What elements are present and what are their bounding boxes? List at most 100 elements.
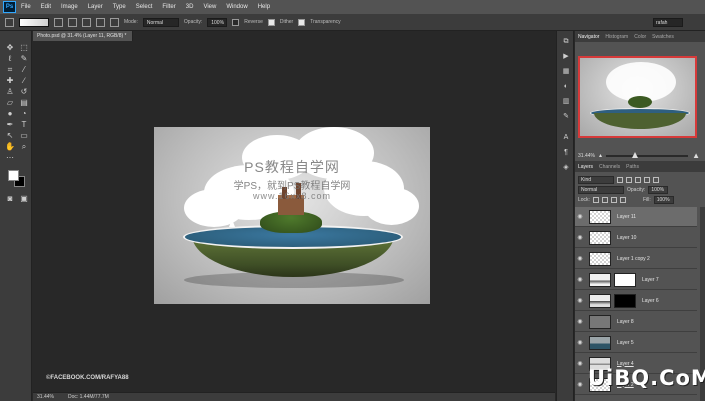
tab-color[interactable]: Color (634, 34, 646, 40)
menu-window[interactable]: Window (221, 4, 252, 10)
tab-navigator[interactable]: Navigator (578, 34, 599, 40)
document-tab[interactable]: Photo.psd @ 31.4% (Layer 11, RGB/8) * (33, 31, 133, 41)
radial-gradient-icon[interactable] (68, 17, 77, 27)
layer-row[interactable]: ◉ Layer 11 (575, 207, 697, 227)
layer-row[interactable]: ◉ Layer 1 copy 2 (575, 249, 697, 269)
lock-all-icon[interactable] (619, 196, 626, 203)
actions-icon[interactable]: ▶ (561, 52, 571, 61)
menu-layer[interactable]: Layer (83, 4, 108, 10)
menu-file[interactable]: File (16, 4, 36, 10)
menu-edit[interactable]: Edit (36, 4, 56, 10)
screen-mode-icon[interactable]: ▣ (19, 194, 29, 203)
zoom-slider[interactable] (605, 151, 689, 158)
crop-tool-icon[interactable]: ⌗ (5, 65, 15, 74)
transparency-checkbox[interactable] (298, 18, 306, 26)
pen-tool-icon[interactable]: ✒ (5, 120, 15, 129)
shape-tool-icon[interactable]: ▭ (19, 131, 29, 140)
menu-type[interactable]: Type (108, 4, 131, 10)
lock-transparent-icon[interactable] (592, 196, 599, 203)
menu-select[interactable]: Select (131, 4, 158, 10)
layer-name[interactable]: Layer 1 copy 2 (617, 256, 650, 262)
gradient-picker[interactable] (19, 17, 49, 27)
mode-select[interactable]: Normal (142, 17, 179, 27)
eyedropper-tool-icon[interactable]: ⁄ (19, 65, 29, 74)
tab-channels[interactable]: Channels (599, 164, 620, 170)
foreground-color-swatch[interactable] (8, 170, 19, 181)
quick-select-tool-icon[interactable]: ✎ (19, 54, 29, 63)
character-icon[interactable]: A (561, 133, 571, 142)
tab-paths[interactable]: Paths (626, 164, 639, 170)
libraries-icon[interactable]: ▥ (561, 97, 571, 106)
menu-view[interactable]: View (198, 4, 221, 10)
brush-tool-icon[interactable]: ∕ (19, 76, 29, 85)
eye-icon[interactable]: ◉ (575, 249, 585, 269)
type-filter-icon[interactable] (635, 176, 641, 183)
move-tool-icon[interactable]: ✥ (5, 43, 15, 52)
layer-name[interactable]: Layer 11 (617, 214, 636, 220)
fill-field[interactable]: 100% (653, 195, 674, 204)
eye-icon[interactable]: ◉ (575, 270, 585, 290)
eye-icon[interactable]: ◉ (575, 354, 585, 374)
dodge-tool-icon[interactable]: ◔ (19, 109, 29, 118)
tab-layers[interactable]: Layers (578, 164, 593, 170)
document-canvas[interactable]: PS教程自学网 学PS，就到PS教程自学网 www.16xx8.com (154, 127, 430, 304)
adjustments-icon[interactable]: ◐ (561, 82, 571, 91)
history-icon[interactable]: ⧉ (561, 37, 571, 46)
tab-histogram[interactable]: Histogram (605, 34, 628, 40)
navigator-zoom[interactable]: 31.44% (578, 153, 595, 159)
adjustment-filter-icon[interactable] (626, 176, 632, 183)
zoom-level[interactable]: 31.44% (37, 394, 54, 400)
eye-icon[interactable]: ◉ (575, 291, 585, 311)
eye-icon[interactable]: ◉ (575, 228, 585, 248)
workspace-field[interactable]: rafah (653, 18, 683, 27)
layer-opacity-field[interactable]: 100% (648, 185, 669, 194)
healing-brush-tool-icon[interactable]: ✚ (5, 76, 15, 85)
more-tools-icon[interactable]: ⋯ (5, 153, 15, 162)
filter-kind-select[interactable]: Kind (578, 175, 614, 184)
linear-gradient-icon[interactable] (54, 17, 63, 27)
eye-icon[interactable]: ◉ (575, 207, 585, 227)
diamond-gradient-icon[interactable] (110, 17, 119, 27)
hand-tool-icon[interactable]: ✋ (5, 142, 15, 151)
quick-mask-icon[interactable]: ◙ (5, 194, 15, 203)
blur-tool-icon[interactable]: ● (5, 109, 15, 118)
gradient-tool-icon[interactable] (5, 17, 14, 27)
zoom-in-icon[interactable]: ▲ (692, 151, 700, 160)
path-select-tool-icon[interactable]: ↖ (5, 131, 15, 140)
gradient-tool-icon[interactable]: ▤ (19, 98, 29, 107)
brush-presets-icon[interactable]: ✎ (561, 112, 571, 121)
navigator-preview[interactable] (578, 56, 697, 138)
lasso-tool-icon[interactable]: ℓ (5, 54, 15, 63)
smart-object-filter-icon[interactable] (653, 176, 659, 183)
lock-pixels-icon[interactable] (601, 196, 608, 203)
layer-name[interactable]: Layer 10 (617, 235, 636, 241)
layer-row[interactable]: ◉ Layer 6 (575, 291, 697, 311)
layer-name[interactable]: Layer 5 (617, 340, 634, 346)
eraser-tool-icon[interactable]: ▱ (5, 98, 15, 107)
reverse-checkbox[interactable] (232, 18, 240, 26)
layer-row[interactable]: ◉ Layer 8 (575, 312, 697, 332)
type-tool-icon[interactable]: T (19, 120, 29, 129)
eye-icon[interactable]: ◉ (575, 312, 585, 332)
menu-help[interactable]: Help (253, 4, 275, 10)
menu-filter[interactable]: Filter (157, 4, 180, 10)
paragraph-icon[interactable]: ¶ (561, 148, 571, 157)
tab-swatches[interactable]: Swatches (652, 34, 674, 40)
marquee-tool-icon[interactable]: ⬚ (19, 43, 29, 52)
layer-row[interactable]: ◉ Layer 10 (575, 228, 697, 248)
layer-name[interactable]: Layer 6 (642, 298, 659, 304)
dither-checkbox[interactable] (267, 18, 275, 26)
layer-row[interactable]: ◉ Layer 5 (575, 333, 697, 353)
reflected-gradient-icon[interactable] (96, 17, 105, 27)
pixel-filter-icon[interactable] (617, 176, 623, 183)
menu-3d[interactable]: 3D (181, 4, 199, 10)
layer-name[interactable]: Layer 8 (617, 319, 634, 325)
menu-image[interactable]: Image (56, 4, 83, 10)
history-brush-tool-icon[interactable]: ↺ (19, 87, 29, 96)
layer-row[interactable]: ◉ Layer 7 (575, 270, 697, 290)
3d-icon[interactable]: ◈ (561, 163, 571, 172)
lock-position-icon[interactable] (610, 196, 617, 203)
zoom-slider-thumb[interactable] (631, 151, 638, 158)
clone-stamp-tool-icon[interactable]: ♙ (5, 87, 15, 96)
angle-gradient-icon[interactable] (82, 17, 91, 27)
